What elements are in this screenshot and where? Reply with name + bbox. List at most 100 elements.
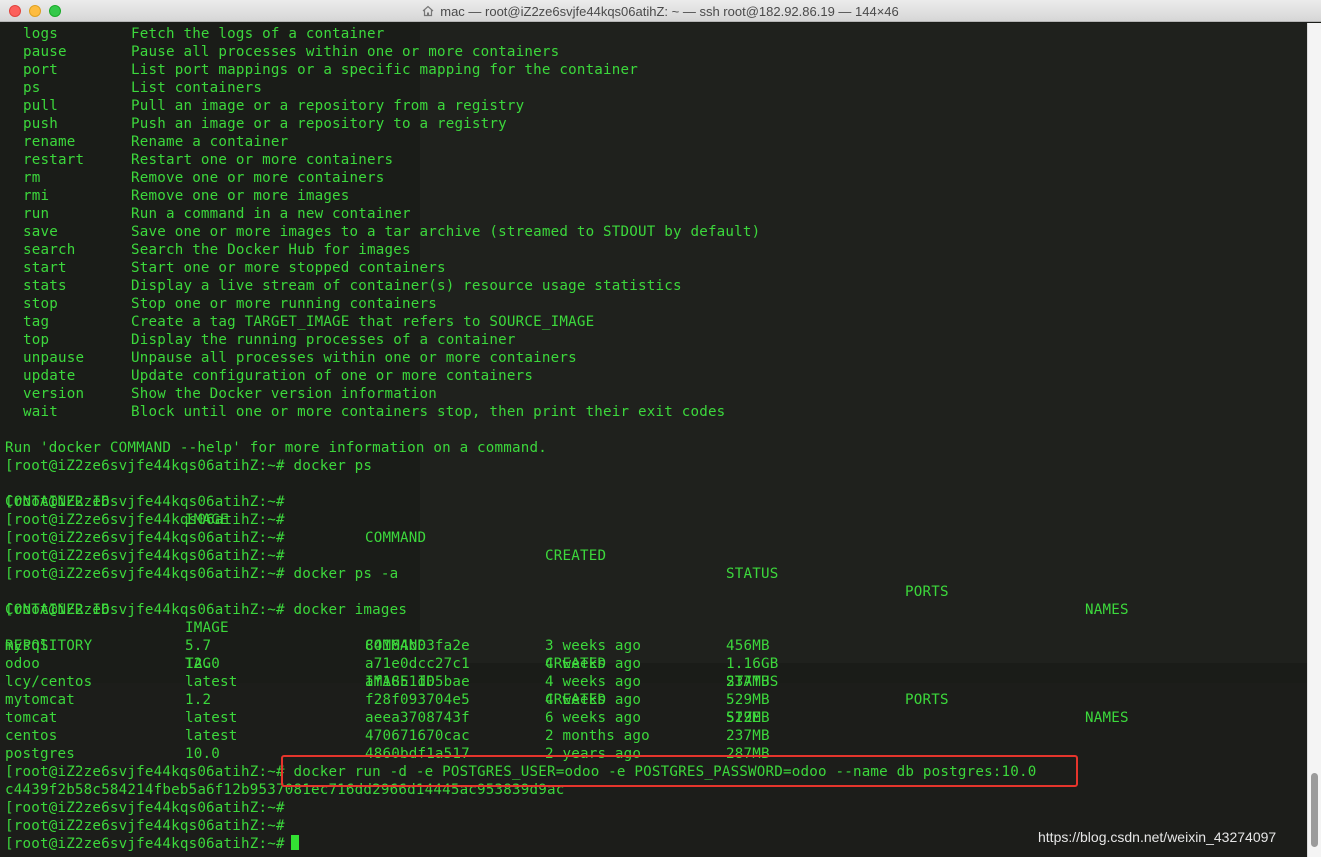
help-row: start Start one or more stopped container…	[5, 259, 1037, 277]
command-highlight-box	[281, 755, 1078, 787]
image-tag: latest	[185, 728, 238, 744]
help-cmd: rename	[23, 134, 76, 150]
help-row: unpause Unpause all processes within one …	[5, 349, 1037, 367]
help-cmd: version	[23, 386, 85, 402]
image-row: odoo 12.0 a71e0dcc27c1 4 weeks ago 1.16GB	[5, 655, 1037, 673]
image-tag: latest	[185, 710, 238, 726]
scrollbar-thumb[interactable]	[1311, 773, 1318, 847]
help-row: port List port mappings or a specific map…	[5, 61, 1037, 79]
help-row: stats Display a live stream of container(…	[5, 277, 1037, 295]
image-created: 3 weeks ago	[545, 638, 642, 654]
help-cmd: search	[23, 242, 76, 258]
image-row: lcy/centos latest af1851d05bae 4 weeks ago 2…	[5, 673, 1037, 691]
shell-prompt: [root@iZ2ze6svjfe44kqs06atihZ:~#	[5, 566, 285, 582]
help-cmd: top	[23, 332, 50, 348]
help-desc: Save one or more images to a tar archive…	[131, 224, 761, 240]
help-row: rename Rename a container	[5, 133, 1037, 151]
window-titlebar: mac — root@iZ2ze6svjfe44kqs06atihZ: ~ — …	[0, 0, 1321, 22]
image-size: 1.16GB	[726, 656, 779, 672]
help-desc: Start one or more stopped containers	[131, 260, 446, 276]
window-title: mac — root@iZ2ze6svjfe44kqs06atihZ: ~ — …	[440, 3, 899, 19]
help-cmd: start	[23, 260, 67, 276]
help-row: pull Pull an image or a repository from a…	[5, 97, 1037, 115]
help-cmd: pull	[23, 98, 58, 114]
help-row: rmi Remove one or more images	[5, 187, 1037, 205]
help-cmd: port	[23, 62, 58, 78]
help-desc: Display a live stream of container(s) re…	[131, 278, 682, 294]
help-cmd: tag	[23, 314, 50, 330]
shell-prompt: [root@iZ2ze6svjfe44kqs06atihZ:~#	[5, 548, 285, 564]
help-desc: List port mappings or a specific mapping…	[131, 62, 639, 78]
col-names: NAMES	[1085, 602, 1129, 618]
command-text: docker images	[293, 602, 408, 618]
image-size: 237MB	[726, 728, 770, 744]
prompt-line: [root@iZ2ze6svjfe44kqs06atihZ:~# docker …	[5, 457, 1037, 475]
prompt-line: [root@iZ2ze6svjfe44kqs06atihZ:~# docker …	[5, 601, 1037, 619]
image-repository: lcy/centos	[5, 674, 93, 690]
help-cmd: save	[23, 224, 58, 240]
image-row: mytomcat 1.2 f28f093704e5 4 weeks ago 529MB	[5, 691, 1037, 709]
help-row: tag Create a tag TARGET_IMAGE that refers…	[5, 313, 1037, 331]
image-size: 456MB	[726, 638, 770, 654]
help-cmd: ps	[23, 80, 41, 96]
help-desc: Remove one or more images	[131, 188, 350, 204]
help-row: restart Restart one or more containers	[5, 151, 1037, 169]
shell-prompt: [root@iZ2ze6svjfe44kqs06atihZ:~#	[5, 602, 285, 618]
shell-prompt: [root@iZ2ze6svjfe44kqs06atihZ:~#	[5, 494, 285, 510]
help-row: run Run a command in a new container	[5, 205, 1037, 223]
shell-prompt: [root@iZ2ze6svjfe44kqs06atihZ:~#	[5, 800, 285, 816]
prompt-line: [root@iZ2ze6svjfe44kqs06atihZ:~#	[5, 493, 1037, 511]
help-cmd: unpause	[23, 350, 85, 366]
help-row: push Push an image or a repository to a r…	[5, 115, 1037, 133]
help-desc: Create a tag TARGET_IMAGE that refers to…	[131, 314, 595, 330]
blank-line	[5, 421, 1037, 439]
image-created: 6 weeks ago	[545, 710, 642, 726]
shell-prompt: [root@iZ2ze6svjfe44kqs06atihZ:~#	[5, 764, 285, 780]
image-size: 529MB	[726, 710, 770, 726]
help-cmd: push	[23, 116, 58, 132]
prompt-line-active[interactable]: [root@iZ2ze6svjfe44kqs06atihZ:~#	[5, 835, 1037, 853]
shell-prompt: [root@iZ2ze6svjfe44kqs06atihZ:~#	[5, 512, 285, 528]
help-row: save Save one or more images to a tar arc…	[5, 223, 1037, 241]
help-cmd: logs	[23, 26, 58, 42]
terminal-scrollbar[interactable]	[1307, 23, 1321, 857]
help-row: search Search the Docker Hub for images	[5, 241, 1037, 259]
help-desc: Pull an image or a repository from a reg…	[131, 98, 525, 114]
help-cmd: stats	[23, 278, 67, 294]
image-repository: odoo	[5, 656, 40, 672]
image-repository: mysql	[5, 638, 49, 654]
help-row: version Show the Docker version informati…	[5, 385, 1037, 403]
help-row: update Update configuration of one or mor…	[5, 367, 1037, 385]
image-tag: latest	[185, 674, 238, 690]
prompt-line: [root@iZ2ze6svjfe44kqs06atihZ:~#	[5, 547, 1037, 565]
terminal-output[interactable]: logs Fetch the logs of a container pause P…	[0, 23, 1307, 857]
col-names: NAMES	[1085, 710, 1129, 726]
help-desc: Remove one or more containers	[131, 170, 385, 186]
shell-prompt: [root@iZ2ze6svjfe44kqs06atihZ:~#	[5, 458, 285, 474]
image-size: 529MB	[726, 692, 770, 708]
help-cmd: wait	[23, 404, 58, 420]
help-cmd: stop	[23, 296, 58, 312]
container-header-row: CONTAINER ID IMAGE COMMAND CREATED STATU…	[5, 583, 1129, 726]
terminal-cursor	[290, 835, 299, 850]
image-repository: mytomcat	[5, 692, 75, 708]
help-row: logs Fetch the logs of a container	[5, 25, 1037, 43]
help-desc: Show the Docker version information	[131, 386, 437, 402]
help-desc: Run a command in a new container	[131, 206, 411, 222]
prompt-line: [root@iZ2ze6svjfe44kqs06atihZ:~#	[5, 799, 1037, 817]
help-footer: Run 'docker COMMAND --help' for more inf…	[5, 440, 547, 456]
shell-prompt: [root@iZ2ze6svjfe44kqs06atihZ:~#	[5, 836, 285, 852]
help-row: stop Stop one or more running containers	[5, 295, 1037, 313]
help-desc: Update configuration of one or more cont…	[131, 368, 534, 384]
image-id: a71e0dcc27c1	[365, 656, 470, 672]
prompt-line: [root@iZ2ze6svjfe44kqs06atihZ:~#	[5, 511, 1037, 529]
window-title-wrap: mac — root@iZ2ze6svjfe44kqs06atihZ: ~ — …	[0, 0, 1321, 22]
help-desc: Unpause all processes within one or more…	[131, 350, 577, 366]
help-cmd: pause	[23, 44, 67, 60]
image-id: 470671670cac	[365, 728, 470, 744]
image-repository: centos	[5, 728, 58, 744]
image-row: mysql 5.7 84164b03fa2e 3 weeks ago 456MB	[5, 637, 1037, 655]
help-row: top Display the running processes of a co…	[5, 331, 1037, 349]
help-desc: Search the Docker Hub for images	[131, 242, 411, 258]
shell-prompt: [root@iZ2ze6svjfe44kqs06atihZ:~#	[5, 818, 285, 834]
